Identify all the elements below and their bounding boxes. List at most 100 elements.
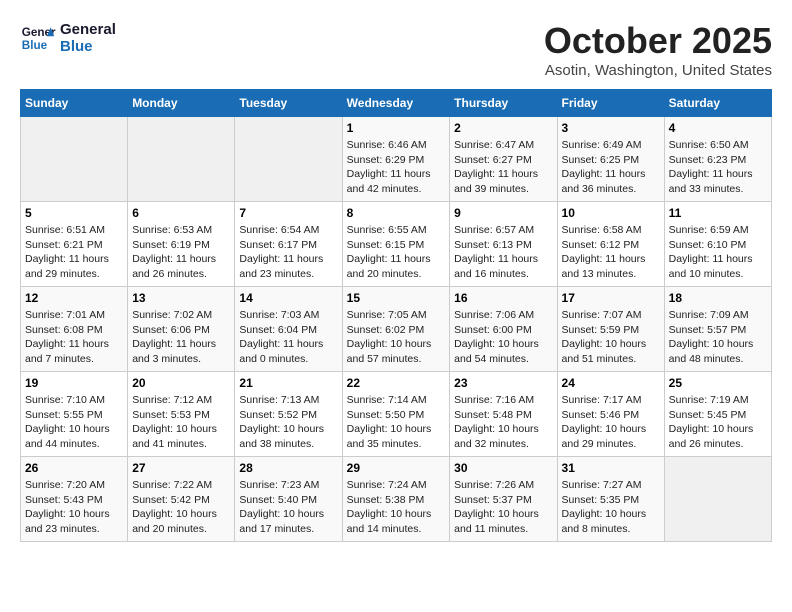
cell-content: Sunrise: 7:02 AM Sunset: 6:06 PM Dayligh…	[132, 308, 230, 367]
cell-content: Sunrise: 7:19 AM Sunset: 5:45 PM Dayligh…	[669, 393, 767, 452]
cell-content: Sunrise: 7:16 AM Sunset: 5:48 PM Dayligh…	[454, 393, 552, 452]
day-number: 12	[25, 291, 123, 305]
calendar-cell: 26Sunrise: 7:20 AM Sunset: 5:43 PM Dayli…	[21, 457, 128, 542]
week-row-3: 12 Sunrise: 7:01 AM Sunset: 6:08 PM Dayli…	[21, 287, 772, 372]
day-number: 5	[25, 206, 123, 220]
calendar-cell: 5 Sunrise: 6:51 AM Sunset: 6:21 PM Daylig…	[21, 202, 128, 287]
cell-content: Sunrise: 7:09 AM Sunset: 5:57 PM Dayligh…	[669, 308, 767, 367]
header-row: SundayMondayTuesdayWednesdayThursdayFrid…	[21, 90, 772, 117]
cell-content: Sunrise: 6:47 AM Sunset: 6:27 PM Dayligh…	[454, 138, 552, 197]
day-number: 13	[132, 291, 230, 305]
day-number: 28	[239, 461, 337, 475]
calendar-cell: 2 Sunrise: 6:47 AM Sunset: 6:27 PM Daylig…	[450, 117, 557, 202]
calendar-cell: 8 Sunrise: 6:55 AM Sunset: 6:15 PM Daylig…	[342, 202, 450, 287]
cell-content: Sunrise: 6:51 AM Sunset: 6:21 PM Dayligh…	[25, 223, 123, 282]
calendar-cell	[664, 457, 771, 542]
calendar-cell: 9 Sunrise: 6:57 AM Sunset: 6:13 PM Daylig…	[450, 202, 557, 287]
cell-content: Sunrise: 7:06 AM Sunset: 6:00 PM Dayligh…	[454, 308, 552, 367]
cell-content: Sunrise: 7:01 AM Sunset: 6:08 PM Dayligh…	[25, 308, 123, 367]
calendar-cell	[235, 117, 342, 202]
cell-content: Sunrise: 6:55 AM Sunset: 6:15 PM Dayligh…	[347, 223, 446, 282]
calendar-cell: 11 Sunrise: 6:59 AM Sunset: 6:10 PM Dayli…	[664, 202, 771, 287]
day-number: 23	[454, 376, 552, 390]
calendar-cell: 3 Sunrise: 6:49 AM Sunset: 6:25 PM Daylig…	[557, 117, 664, 202]
calendar-cell	[128, 117, 235, 202]
calendar-cell: 17 Sunrise: 7:07 AM Sunset: 5:59 PM Dayli…	[557, 287, 664, 372]
day-number: 19	[25, 376, 123, 390]
cell-content: Sunrise: 7:05 AM Sunset: 6:02 PM Dayligh…	[347, 308, 446, 367]
calendar-cell: 30 Sunrise: 7:26 AM Sunset: 5:37 PM Dayli…	[450, 457, 557, 542]
day-number: 27	[132, 461, 230, 475]
svg-text:Blue: Blue	[22, 39, 48, 52]
cell-content: Sunrise: 7:27 AM Sunset: 5:35 PM Dayligh…	[562, 478, 660, 537]
cell-content: Sunrise: 6:46 AM Sunset: 6:29 PM Dayligh…	[347, 138, 446, 197]
calendar-cell: 15Sunrise: 7:05 AM Sunset: 6:02 PM Dayli…	[342, 287, 450, 372]
calendar-cell: 14 Sunrise: 7:03 AM Sunset: 6:04 PM Dayli…	[235, 287, 342, 372]
calendar-table: SundayMondayTuesdayWednesdayThursdayFrid…	[20, 89, 772, 542]
day-number: 6	[132, 206, 230, 220]
day-number: 4	[669, 121, 767, 135]
cell-content: Sunrise: 6:54 AM Sunset: 6:17 PM Dayligh…	[239, 223, 337, 282]
cell-content: Sunrise: 7:10 AM Sunset: 5:55 PM Dayligh…	[25, 393, 123, 452]
calendar-cell: 7Sunrise: 6:54 AM Sunset: 6:17 PM Daylig…	[235, 202, 342, 287]
logo-text: General Blue	[60, 21, 116, 55]
col-header-tuesday: Tuesday	[235, 90, 342, 117]
cell-content: Sunrise: 7:03 AM Sunset: 6:04 PM Dayligh…	[239, 308, 337, 367]
day-number: 17	[562, 291, 660, 305]
cell-content: Sunrise: 7:12 AM Sunset: 5:53 PM Dayligh…	[132, 393, 230, 452]
calendar-cell: 20 Sunrise: 7:12 AM Sunset: 5:53 PM Dayli…	[128, 372, 235, 457]
week-row-4: 19 Sunrise: 7:10 AM Sunset: 5:55 PM Dayli…	[21, 372, 772, 457]
calendar-cell: 24 Sunrise: 7:17 AM Sunset: 5:46 PM Dayli…	[557, 372, 664, 457]
day-number: 24	[562, 376, 660, 390]
day-number: 20	[132, 376, 230, 390]
day-number: 2	[454, 121, 552, 135]
cell-content: Sunrise: 6:49 AM Sunset: 6:25 PM Dayligh…	[562, 138, 660, 197]
day-number: 22	[347, 376, 446, 390]
col-header-friday: Friday	[557, 90, 664, 117]
cell-content: Sunrise: 6:59 AM Sunset: 6:10 PM Dayligh…	[669, 223, 767, 282]
calendar-cell: 12 Sunrise: 7:01 AM Sunset: 6:08 PM Dayli…	[21, 287, 128, 372]
calendar-cell: 10 Sunrise: 6:58 AM Sunset: 6:12 PM Dayli…	[557, 202, 664, 287]
cell-content: Sunrise: 6:57 AM Sunset: 6:13 PM Dayligh…	[454, 223, 552, 282]
day-number: 8	[347, 206, 446, 220]
day-number: 30	[454, 461, 552, 475]
page-header: General Blue General Blue October 2025 A…	[20, 20, 772, 79]
cell-content: Sunrise: 6:50 AM Sunset: 6:23 PM Dayligh…	[669, 138, 767, 197]
cell-content: Sunrise: 6:53 AM Sunset: 6:19 PM Dayligh…	[132, 223, 230, 282]
week-row-5: 26Sunrise: 7:20 AM Sunset: 5:43 PM Dayli…	[21, 457, 772, 542]
cell-content: Sunrise: 7:17 AM Sunset: 5:46 PM Dayligh…	[562, 393, 660, 452]
day-number: 11	[669, 206, 767, 220]
day-number: 18	[669, 291, 767, 305]
day-number: 3	[562, 121, 660, 135]
cell-content: Sunrise: 7:26 AM Sunset: 5:37 PM Dayligh…	[454, 478, 552, 537]
cell-content: Sunrise: 7:24 AM Sunset: 5:38 PM Dayligh…	[347, 478, 446, 537]
col-header-monday: Monday	[128, 90, 235, 117]
cell-content: Sunrise: 7:13 AM Sunset: 5:52 PM Dayligh…	[239, 393, 337, 452]
calendar-cell: 4 Sunrise: 6:50 AM Sunset: 6:23 PM Daylig…	[664, 117, 771, 202]
day-number: 16	[454, 291, 552, 305]
title-block: October 2025 Asotin, Washington, United …	[544, 20, 772, 79]
day-number: 29	[347, 461, 446, 475]
calendar-cell: 28 Sunrise: 7:23 AM Sunset: 5:40 PM Dayli…	[235, 457, 342, 542]
col-header-sunday: Sunday	[21, 90, 128, 117]
day-number: 14	[239, 291, 337, 305]
day-number: 31	[562, 461, 660, 475]
day-number: 21	[239, 376, 337, 390]
calendar-cell: 16 Sunrise: 7:06 AM Sunset: 6:00 PM Dayli…	[450, 287, 557, 372]
calendar-cell: 25Sunrise: 7:19 AM Sunset: 5:45 PM Dayli…	[664, 372, 771, 457]
calendar-cell: 27Sunrise: 7:22 AM Sunset: 5:42 PM Dayli…	[128, 457, 235, 542]
logo: General Blue General Blue	[20, 20, 116, 56]
cell-content: Sunrise: 7:23 AM Sunset: 5:40 PM Dayligh…	[239, 478, 337, 537]
calendar-cell: 23 Sunrise: 7:16 AM Sunset: 5:48 PM Dayli…	[450, 372, 557, 457]
cell-content: Sunrise: 6:58 AM Sunset: 6:12 PM Dayligh…	[562, 223, 660, 282]
cell-content: Sunrise: 7:07 AM Sunset: 5:59 PM Dayligh…	[562, 308, 660, 367]
day-number: 1	[347, 121, 446, 135]
calendar-cell: 29 Sunrise: 7:24 AM Sunset: 5:38 PM Dayli…	[342, 457, 450, 542]
day-number: 10	[562, 206, 660, 220]
month-title: October 2025	[544, 20, 772, 62]
day-number: 9	[454, 206, 552, 220]
cell-content: Sunrise: 7:20 AM Sunset: 5:43 PM Dayligh…	[25, 478, 123, 537]
calendar-cell: 22Sunrise: 7:14 AM Sunset: 5:50 PM Dayli…	[342, 372, 450, 457]
calendar-cell: 19 Sunrise: 7:10 AM Sunset: 5:55 PM Dayli…	[21, 372, 128, 457]
calendar-cell	[21, 117, 128, 202]
